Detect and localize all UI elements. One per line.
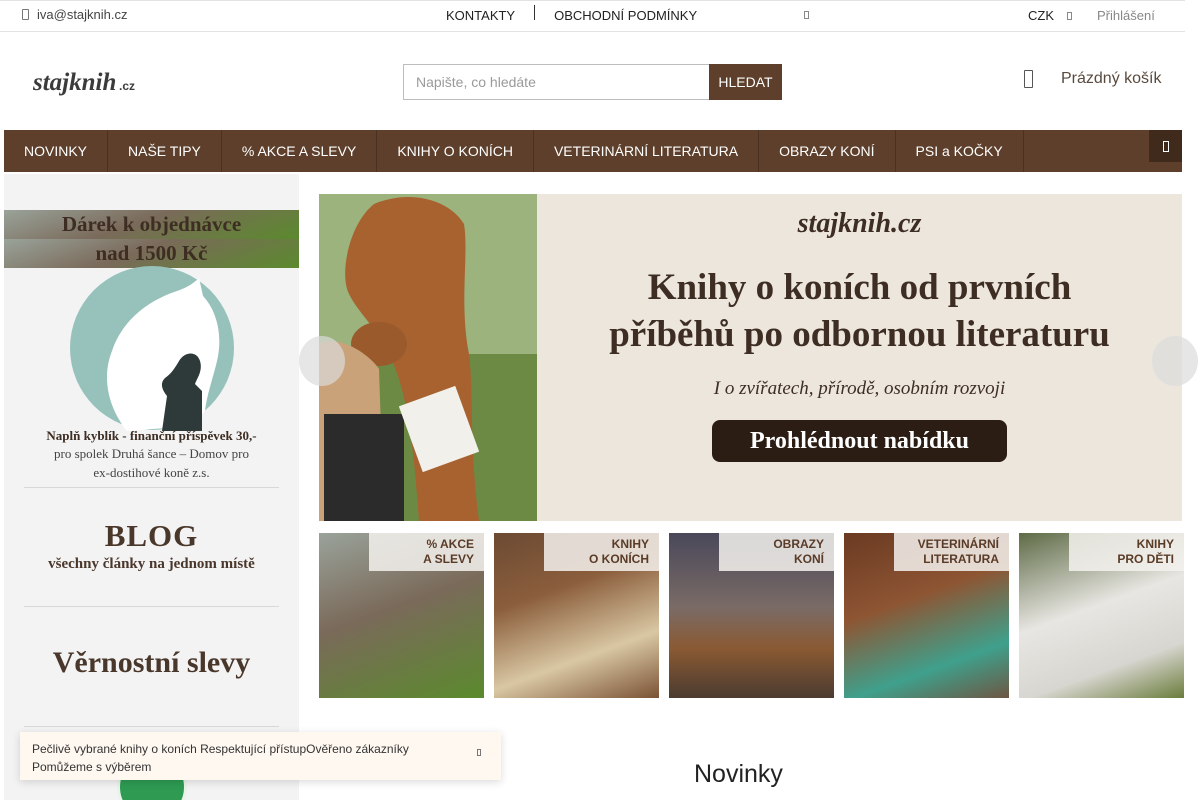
top-links: KONTAKTY OBCHODNÍ PODMÍNKY <box>446 5 697 23</box>
benefits-line1: Pečlivě vybrané knihy o koních Respektuj… <box>32 742 409 756</box>
category-tile-veterinarni[interactable]: VETERINÁRNÍ LITERATURA <box>844 533 1009 698</box>
hero-cta-button[interactable]: Prohlédnout nabídku <box>712 420 1007 462</box>
category-tile-akce[interactable]: % AKCE A SLEVY <box>319 533 484 698</box>
hero-subline: I o zvířatech, přírodě, osobním rozvoji <box>713 378 1006 399</box>
hero-text: stajknih.cz Knihy o koních od prvních př… <box>537 194 1182 521</box>
tile-label: KNIHY PRO DĚTI <box>1069 533 1184 571</box>
tile-label: VETERINÁRNÍ LITERATURA <box>894 533 1009 571</box>
cart-label[interactable]: Prázdný košík <box>1061 70 1161 88</box>
hero-headline-1: Knihy o koních od prvních <box>647 267 1072 308</box>
blog-subtitle: všechny články na jednom místě <box>48 556 255 572</box>
hero-banner[interactable]: stajknih.cz Knihy o koních od prvních př… <box>319 194 1182 521</box>
tile-label-line2: A SLEVY <box>423 552 474 566</box>
logo-image: stajknih .cz <box>32 69 135 96</box>
currency-selector[interactable]: CZK <box>1028 8 1054 23</box>
cart[interactable]: Prázdný košík <box>1024 70 1161 88</box>
gift-banner[interactable]: Dárek k objednávce nad 1500 Kč Naplň kyb… <box>4 210 299 482</box>
login-link[interactable]: Přihlášení <box>1097 8 1155 23</box>
tile-label-line1: % AKCE <box>426 537 474 551</box>
site-logo[interactable]: stajknih .cz <box>32 58 139 111</box>
benefits-line2: Pomůžeme s výběrem <box>32 760 152 774</box>
top-bar: iva@stajknih.cz KONTAKTY OBCHODNÍ PODMÍN… <box>0 0 1185 32</box>
svg-text:stajknih: stajknih <box>33 69 116 96</box>
gift-title-line2: nad 1500 Kč <box>4 239 299 268</box>
blog-banner[interactable]: BLOG všechny články na jednom místě <box>4 518 299 573</box>
tile-label-line1: KNIHY <box>1136 537 1174 551</box>
tile-label: % AKCE A SLEVY <box>369 533 484 571</box>
cart-icon[interactable] <box>1024 70 1033 88</box>
hero-photo <box>319 194 537 521</box>
tile-label-line1: VETERINÁRNÍ <box>917 537 999 551</box>
sidebar-divider <box>24 487 279 488</box>
search-form: HLEDAT <box>403 64 782 100</box>
hero-brand: stajknih.cz <box>797 208 922 239</box>
email-contact[interactable]: iva@stajknih.cz <box>22 7 128 22</box>
section-title-novinky: Novinky <box>694 760 783 788</box>
nav-item-akce[interactable]: % AKCE A SLEVY <box>222 130 378 172</box>
tile-label-line2: PRO DĚTI <box>1117 552 1174 566</box>
nav-item-psi-kocky[interactable]: PSI a KOČKY <box>896 130 1024 172</box>
sidebar: Dárek k objednávce nad 1500 Kč Naplň kyb… <box>4 174 299 800</box>
slider-next-button[interactable] <box>1152 336 1198 386</box>
main-navigation: NOVINKY NAŠE TIPY % AKCE A SLEVY KNIHY O… <box>4 130 1182 172</box>
sidebar-divider <box>24 726 279 727</box>
tile-label: OBRAZY KONÍ <box>719 533 834 571</box>
horse-and-man-illustration <box>69 266 234 431</box>
search-button[interactable]: HLEDAT <box>709 64 782 100</box>
girl-with-horse-image <box>319 194 537 521</box>
link-separator <box>534 5 536 20</box>
nav-item-knihy-o-konich[interactable]: KNIHY O KONÍCH <box>377 130 534 172</box>
tile-label-line2: LITERATURA <box>923 552 999 566</box>
category-tile-pro-deti[interactable]: KNIHY PRO DĚTI <box>1019 533 1184 698</box>
language-icon[interactable] <box>804 11 809 19</box>
terms-link[interactable]: OBCHODNÍ PODMÍNKY <box>554 8 697 23</box>
gift-title-line1: Dárek k objednávce <box>4 210 299 239</box>
category-tile-knihy-o-konich[interactable]: KNIHY O KONÍCH <box>494 533 659 698</box>
loyalty-banner[interactable]: Věrnostní slevy <box>4 646 299 680</box>
contacts-link[interactable]: KONTAKTY <box>446 8 515 23</box>
tile-label-line2: O KONÍCH <box>589 552 649 566</box>
nav-item-novinky[interactable]: NOVINKY <box>4 130 109 172</box>
hero-headline-2: příběhů po odbornou literaturu <box>609 314 1110 355</box>
nav-item-obrazy[interactable]: OBRAZY KONÍ <box>759 130 896 172</box>
tile-label-line1: OBRAZY <box>773 537 824 551</box>
phone-icon <box>22 9 29 20</box>
email-text[interactable]: iva@stajknih.cz <box>37 7 128 22</box>
slider-prev-button[interactable] <box>299 336 345 386</box>
menu-toggle-button[interactable] <box>1149 130 1182 162</box>
blog-title: BLOG <box>104 518 199 553</box>
nav-item-veterinarni[interactable]: VETERINÁRNÍ LITERATURA <box>534 130 760 172</box>
user-icon[interactable] <box>1067 12 1072 20</box>
close-icon[interactable] <box>477 749 481 756</box>
gift-line2: ex-dostihové koně z.s. <box>93 465 210 480</box>
gift-line1: pro spolek Druhá šance – Domov pro <box>54 446 249 461</box>
category-tiles: % AKCE A SLEVY KNIHY O KONÍCH OBRAZY KON… <box>319 533 1184 698</box>
menu-icon <box>1162 140 1169 152</box>
benefits-notice: Pečlivě vybrané knihy o koních Respektuj… <box>20 732 501 780</box>
category-tile-obrazy[interactable]: OBRAZY KONÍ <box>669 533 834 698</box>
svg-text:.cz: .cz <box>119 79 135 93</box>
tile-label-line1: KNIHY <box>611 537 649 551</box>
nav-item-nase-tipy[interactable]: NAŠE TIPY <box>108 130 222 172</box>
search-input[interactable] <box>403 64 709 100</box>
tile-label: KNIHY O KONÍCH <box>544 533 659 571</box>
sidebar-divider <box>24 606 279 607</box>
tile-label-line2: KONÍ <box>794 552 824 566</box>
